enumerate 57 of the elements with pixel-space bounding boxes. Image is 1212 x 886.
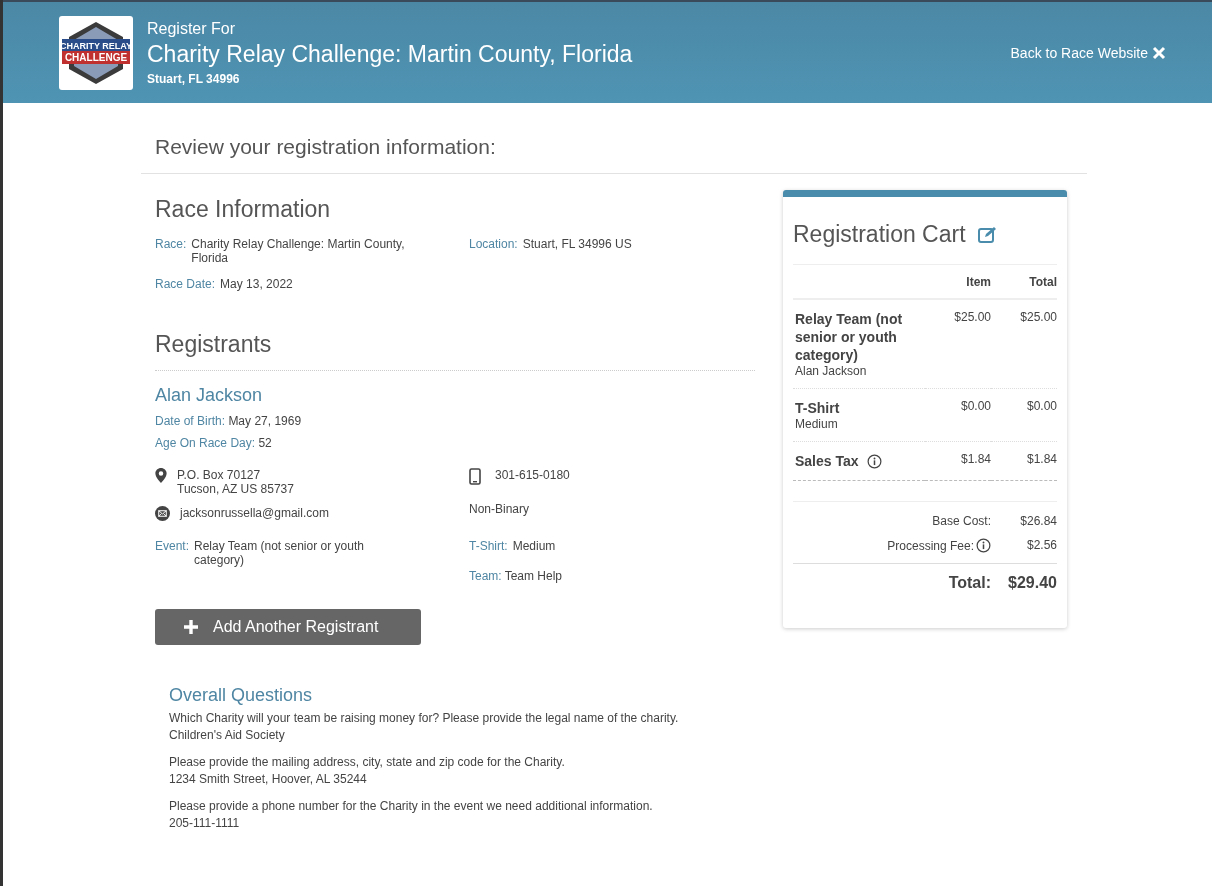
info-icon[interactable] xyxy=(866,453,882,469)
line-item-name: Sales Tax xyxy=(795,452,925,470)
section-heading: Race Information xyxy=(155,196,332,223)
cart-title: Registration Cart xyxy=(793,221,966,248)
question-text: Which Charity will your team be raising money for? Please provide the legal name of the charity. xyxy=(169,710,680,727)
info-icon[interactable] xyxy=(976,538,991,553)
race-logo: CHARITY RELAY CHALLENGE xyxy=(61,19,131,86)
summary-value: $26.84 xyxy=(1019,514,1057,528)
item-price: $25.00 xyxy=(925,299,991,389)
email-address: jacksonrussella@gmail.com xyxy=(180,506,329,520)
page-title: Review your registration information: xyxy=(141,103,1087,174)
race-title: Charity Relay Challenge: Martin County, Florida xyxy=(147,40,634,68)
question-text: Please provide the mailing address, city, state and zip code for the Charity. xyxy=(169,754,566,771)
info-field: Race: Charity Relay Challenge: Martin County, Florida xyxy=(155,237,469,265)
email-icon xyxy=(155,506,170,521)
summary-label: Processing Fee: xyxy=(887,538,974,553)
summary-value: $2.56 xyxy=(1025,538,1057,553)
plus-icon xyxy=(183,619,199,635)
item-price: $1.84 xyxy=(925,441,991,481)
line-total: $25.00 xyxy=(991,299,1057,389)
section-heading: Registrants xyxy=(155,331,273,358)
line-item-name: Relay Team (not senior or youth category) xyxy=(795,310,904,364)
total-value: $29.40 xyxy=(1007,574,1057,592)
line-item-detail: Medium xyxy=(795,417,839,431)
question-text: Please provide a phone number for the Charity in the event we need additional information. xyxy=(169,798,654,815)
column-header: Item xyxy=(925,265,991,299)
registrant-name: Alan Jackson xyxy=(155,385,264,406)
back-link[interactable]: Back to Race Website xyxy=(1010,44,1166,61)
race-day-age: Age On Race Day: 52 xyxy=(155,436,273,450)
item-price: $0.00 xyxy=(925,388,991,442)
line-total: $1.84 xyxy=(991,441,1057,481)
summary-label: Base Cost: xyxy=(932,514,991,528)
register-kicker: Register For xyxy=(147,19,237,38)
team-field: Team: Team Help xyxy=(469,569,755,583)
event-field: Event: Relay Team (not senior or youth category) xyxy=(155,539,469,583)
total-label: Total: xyxy=(947,574,991,592)
race-location: Stuart, FL 34996 xyxy=(147,71,241,86)
line-total: $0.00 xyxy=(991,388,1057,442)
add-registrant-button[interactable]: Add Another Registrant xyxy=(155,609,421,645)
answer-text: Children's Aid Society xyxy=(169,727,286,744)
info-field: Race Date: May 13, 2022 xyxy=(155,277,469,291)
postal-address: P.O. Box 70127 Tucson, AZ US 85737 xyxy=(177,468,294,496)
edit-icon[interactable] xyxy=(977,225,998,244)
close-icon[interactable] xyxy=(1152,45,1166,60)
info-field: Location: Stuart, FL 34996 US xyxy=(469,237,755,265)
phone-icon xyxy=(469,468,481,485)
location-pin-icon xyxy=(155,468,167,483)
tshirt-field: T-Shirt: Medium xyxy=(469,539,755,553)
phone-number: 301-615-0180 xyxy=(495,468,570,482)
answer-text: 1234 Smith Street, Hoover, AL 35244 xyxy=(169,771,368,788)
column-header: Total xyxy=(991,265,1057,299)
line-item-detail: Alan Jackson xyxy=(795,364,868,378)
questions-heading: Overall Questions xyxy=(169,685,314,706)
line-item-name: T-Shirt xyxy=(795,399,841,417)
answer-text: 205-111-1111 xyxy=(169,815,241,832)
gender-value: Non-Binary xyxy=(469,502,530,516)
birth-date: Date of Birth: May 27, 1969 xyxy=(155,414,303,428)
